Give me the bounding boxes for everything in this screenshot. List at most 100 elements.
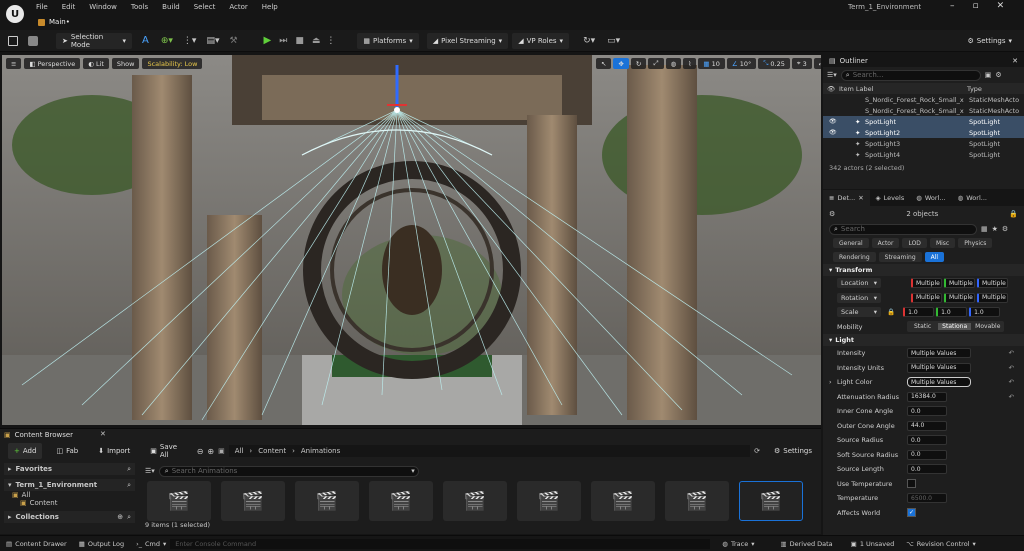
reset-arrow-icon[interactable]: ↶ (1009, 378, 1014, 386)
trace-button[interactable]: ◍ Trace ▾ (722, 540, 754, 548)
filter-icon[interactable]: ☰▾ (827, 71, 837, 79)
mobility-static[interactable]: Static (907, 323, 938, 330)
refresh-icon[interactable]: ↻▾ (583, 36, 595, 46)
platforms-button[interactable]: ▦ Platforms ▾ (357, 32, 419, 49)
tab-world-partition[interactable]: ◍ Worl... (952, 194, 993, 202)
grid-snap-button[interactable]: ▦ 10 (698, 58, 725, 69)
menu-build[interactable]: Build (162, 3, 180, 11)
star-icon[interactable]: ★ (992, 225, 998, 233)
search-animations-input[interactable]: ⌕ Search Animations ▾ (158, 465, 419, 477)
reset-arrow-icon[interactable]: ↶ (1009, 349, 1014, 357)
location-value-field[interactable]: Multiple (977, 278, 1008, 289)
source-control-icon[interactable] (28, 35, 38, 46)
outliner-row[interactable]: 👁 ✦ SpotLight2 SpotLight (823, 127, 1024, 138)
unsaved-button[interactable]: ▣ 1 Unsaved (851, 540, 895, 548)
world-space-icon[interactable]: ◍ (665, 58, 682, 69)
search-icon[interactable]: ⌕ (127, 465, 131, 474)
collections-header[interactable]: ▸ Collections ⊕ ⌕ (4, 511, 135, 523)
outliner-row[interactable]: S_Nordic_Forest_Rock_Small_x StaticMeshAc… (823, 94, 1024, 105)
menu-help[interactable]: Help (262, 3, 278, 11)
light-section[interactable]: ▾ Light (823, 334, 1024, 346)
breadcrumb-animations[interactable]: Animations (301, 447, 340, 455)
checkbox[interactable] (907, 479, 916, 489)
tree-item-all[interactable]: ▣ All (4, 491, 135, 499)
close-icon[interactable]: ✕ (1012, 57, 1018, 65)
scale-snap-button[interactable]: ⤡ 0.25 (758, 58, 790, 69)
filter-general[interactable]: General (833, 238, 869, 248)
menu-actor[interactable]: Actor (229, 3, 247, 11)
light-prop-value[interactable]: 0.0 (907, 435, 947, 446)
minimize-icon[interactable]: – (950, 1, 955, 11)
checkbox[interactable]: ✓ (907, 508, 916, 518)
light-prop-value[interactable]: 16384.0 (907, 391, 947, 402)
close-icon[interactable]: ✕ (858, 194, 863, 202)
rotation-value-field[interactable]: Multiple (911, 292, 942, 303)
play-step-icon[interactable]: ⏭ (279, 36, 287, 46)
maximize-icon[interactable]: ▫ (973, 1, 979, 11)
eject-icon[interactable]: ⏏ (312, 36, 321, 46)
angle-snap-button[interactable]: ∠ 10° (726, 58, 757, 69)
scale-dropdown[interactable]: Scale ▾ (837, 307, 881, 318)
add-actor-icon[interactable]: ⊕▾ (161, 36, 173, 46)
revision-control-button[interactable]: ⌥ Revision Control ▾ (906, 540, 976, 548)
lock-icon[interactable]: 🔒 (887, 308, 895, 316)
details-search-input[interactable]: ⌕ Search (829, 223, 977, 235)
close-icon[interactable]: ✕ (100, 430, 106, 438)
perspective-button[interactable]: ◧ Perspective (24, 58, 81, 69)
surface-snap-icon[interactable]: ⌇ (683, 58, 697, 69)
asset-thumbnail[interactable]: 🎬 (369, 481, 433, 521)
scale-tool-icon[interactable]: ⤢ (648, 58, 664, 69)
outliner-row[interactable]: 👁 ✦ SpotLight SpotLight (823, 116, 1024, 127)
asset-thumbnail[interactable]: 🎬 (591, 481, 655, 521)
back-icon[interactable]: ⊖ (197, 447, 204, 456)
rotate-tool-icon[interactable]: ↻ (630, 58, 647, 69)
camera-speed-button[interactable]: ⌖ 3 (791, 58, 812, 69)
level-viewport[interactable]: ≡ ◧ Perspective ◐ Lit Show Scalability: Lo… (2, 55, 821, 425)
derived-data-button[interactable]: ▥ Derived Data (780, 540, 832, 548)
mobility-stationary[interactable]: Stationa (938, 323, 972, 331)
outliner-row[interactable]: ✦ SpotLight4 SpotLight (823, 149, 1024, 160)
asset-thumbnail[interactable]: 🎬 (739, 481, 803, 521)
menu-edit[interactable]: Edit (62, 3, 76, 11)
reset-arrow-icon[interactable]: ↶ (1009, 364, 1014, 372)
pixel-streaming-button[interactable]: ◢ Pixel Streaming ▾ (426, 32, 509, 49)
filter-physics[interactable]: Physics (958, 238, 993, 248)
cmd-button[interactable]: ›_ Cmd ▾ (136, 540, 166, 548)
menu-select[interactable]: Select (194, 3, 216, 11)
lock-icon[interactable]: 🔒 (1009, 210, 1018, 218)
search-icon[interactable]: ⌕ (127, 513, 131, 522)
location-dropdown[interactable]: Location ▾ (837, 278, 881, 289)
tab-levels[interactable]: ◈ Levels (870, 194, 911, 202)
favorites-header[interactable]: ▸ Favorites ⌕ (4, 463, 135, 475)
reset-arrow-icon[interactable]: ↶ (1009, 393, 1014, 401)
asset-thumbnail[interactable]: 🎬 (443, 481, 507, 521)
col-type[interactable]: Type (967, 85, 982, 93)
mobility-toggle[interactable]: Static Stationa Movable (907, 321, 1005, 333)
filter-streaming[interactable]: Streaming (878, 252, 922, 262)
light-prop-value[interactable]: Multiple Values (907, 362, 971, 373)
filter-all[interactable]: All (924, 252, 945, 262)
lit-button[interactable]: ◐ Lit (83, 58, 109, 69)
tab-details[interactable]: ≣ Det... ✕ (823, 190, 870, 206)
asset-thumbnail[interactable]: 🎬 (517, 481, 581, 521)
rotation-value-field[interactable]: Multiple (977, 292, 1008, 303)
blueprint-icon[interactable]: ⋮▾ (183, 36, 197, 46)
rotation-dropdown[interactable]: Rotation ▾ (837, 292, 881, 303)
light-prop-value[interactable]: 0.0 (907, 406, 947, 417)
output-log-button[interactable]: ▦ Output Log (79, 540, 124, 548)
chevron-right-icon[interactable]: › (829, 378, 832, 386)
visibility-icon[interactable]: 👁 (829, 129, 841, 136)
outliner-row[interactable]: ✦ SpotLight3 SpotLight (823, 138, 1024, 149)
outliner-tab[interactable]: ▤ Outliner ✕ (823, 55, 1024, 67)
build-icon[interactable]: ⚒ (229, 36, 237, 46)
outliner-row[interactable]: S_Nordic_Forest_Rock_Small_x StaticMeshAc… (823, 105, 1024, 116)
filter-lod[interactable]: LOD (902, 238, 927, 248)
play-icon[interactable]: ▶ (264, 35, 272, 46)
level-tab[interactable]: Main• (38, 16, 70, 28)
filter-rendering[interactable]: Rendering (833, 252, 876, 262)
rotation-value-field[interactable]: Multiple (944, 292, 975, 303)
light-prop-value[interactable]: 6500.0 (907, 493, 947, 504)
tab-world-settings[interactable]: ◍ Worl... (910, 194, 951, 202)
filter-icon[interactable]: ☰▾ (145, 467, 155, 475)
table-view-icon[interactable]: ▦ (981, 225, 988, 233)
